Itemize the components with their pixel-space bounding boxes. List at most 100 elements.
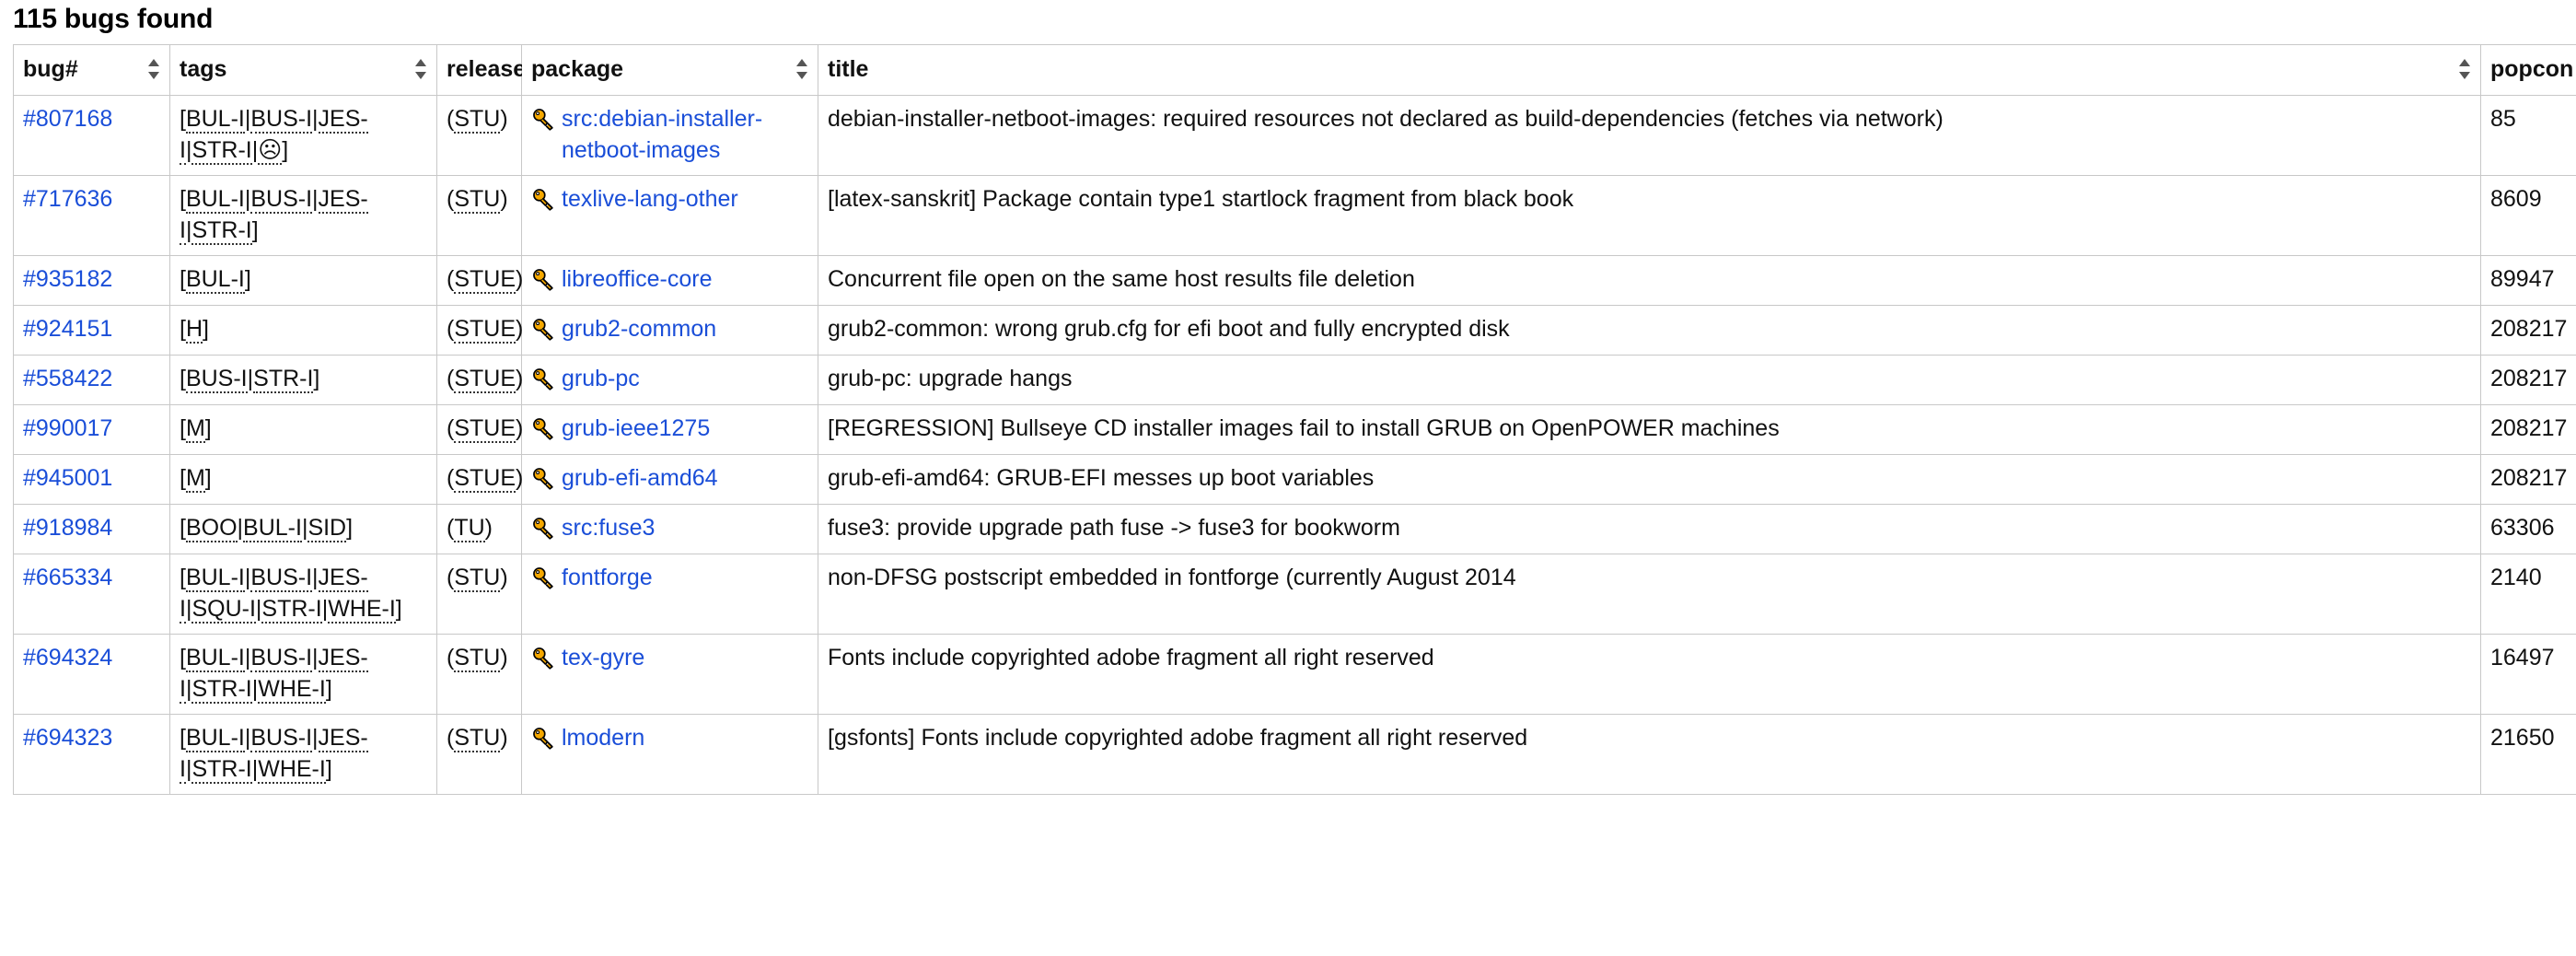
tag-abbr[interactable]: STR-I <box>191 137 252 165</box>
tag-abbr[interactable]: ☹ <box>258 137 283 165</box>
sort-updown-icon[interactable] <box>2459 57 2471 81</box>
bug-link[interactable]: #694324 <box>23 645 112 670</box>
package-link[interactable]: src:debian-installer-netboot-images <box>562 103 808 166</box>
tag-abbr[interactable]: M <box>185 465 205 493</box>
tag-abbr[interactable]: BUS-I <box>250 565 313 592</box>
title-cell: grub-pc: upgrade hangs <box>818 355 2481 405</box>
key-icon <box>531 313 562 345</box>
bug-link[interactable]: #918984 <box>23 515 112 541</box>
tags-cell: [BUL-I|BUS-I|JES-I|STR-I|WHE-I] <box>169 634 437 715</box>
rel-abbr[interactable]: STU <box>454 645 501 672</box>
column-header-title[interactable]: title <box>818 44 2481 96</box>
tag-abbr[interactable]: BOO <box>185 515 238 542</box>
package-link[interactable]: grub2-common <box>562 313 716 344</box>
tag-abbr[interactable]: STR-I <box>191 756 252 784</box>
column-header-releases[interactable]: releases <box>436 44 560 96</box>
sort-updown-icon[interactable] <box>415 57 427 81</box>
popcon-cell: 2140 <box>2480 554 2576 635</box>
rel-abbr[interactable]: STUE <box>454 366 516 393</box>
rel-abbr[interactable]: STU <box>454 186 501 214</box>
tag-abbr[interactable]: BUL-I <box>243 515 302 542</box>
sort-updown-icon[interactable] <box>148 57 160 81</box>
rel-abbr[interactable]: STU <box>454 106 501 134</box>
tag-abbr[interactable]: BUL-I <box>185 106 245 134</box>
popcon-cell: 89947 <box>2480 255 2576 306</box>
page-title: 115 bugs found <box>13 4 214 34</box>
tag-abbr[interactable]: BUL-I <box>185 186 245 214</box>
releases-cell: (STUE) <box>436 454 523 505</box>
package-link[interactable]: tex-gyre <box>562 642 644 673</box>
column-header-popcon[interactable]: popcon <box>2480 44 2576 96</box>
bug-link[interactable]: #717636 <box>23 186 112 212</box>
rel-abbr[interactable]: STU <box>454 565 501 592</box>
tag-abbr[interactable]: WHE-I <box>258 676 326 704</box>
rel-abbr[interactable]: STUE <box>454 415 516 443</box>
bug-link[interactable]: #945001 <box>23 465 112 491</box>
tag-abbr[interactable]: M <box>185 415 205 443</box>
bug-number-cell: #694323 <box>13 714 170 795</box>
rel-abbr[interactable]: STUE <box>454 266 516 294</box>
package-link[interactable]: libreoffice-core <box>562 263 713 295</box>
package-cell: grub-pc <box>521 355 818 405</box>
rel-abbr[interactable]: STU <box>454 725 501 752</box>
tag-abbr[interactable]: SID <box>307 515 347 542</box>
bug-link[interactable]: #924151 <box>23 316 112 342</box>
tag-abbr[interactable]: BUL-I <box>185 645 245 672</box>
tag-abbr[interactable]: STR-I <box>191 676 252 704</box>
popcon-cell: 208217 <box>2480 355 2576 405</box>
tag-abbr[interactable]: STR-I <box>261 596 322 624</box>
rel-abbr[interactable]: STUE <box>454 316 516 344</box>
column-header-tags[interactable]: tags <box>169 44 437 96</box>
package-link[interactable]: src:fuse3 <box>562 512 655 543</box>
tags-cell: [BUL-I|BUS-I|JES-I|STR-I|☹] <box>169 95 437 176</box>
table-row: #717636 [BUL-I|BUS-I|JES-I|STR-I] (STU) tex… <box>13 175 2576 256</box>
tag-abbr[interactable]: BUS-I <box>250 186 313 214</box>
releases-cell: (STUE) <box>436 255 523 306</box>
tag-abbr[interactable]: BUS-I <box>250 645 313 672</box>
title-cell: Concurrent file open on the same host re… <box>818 255 2481 306</box>
package-link[interactable]: texlive-lang-other <box>562 183 738 215</box>
tags-cell: [BUL-I] <box>169 255 437 306</box>
package-link[interactable]: grub-ieee1275 <box>562 413 710 444</box>
bug-link[interactable]: #694323 <box>23 725 112 751</box>
tag-abbr[interactable]: WHE-I <box>328 596 396 624</box>
package-cell: src:debian-installer-netboot-images <box>521 95 818 176</box>
tag-abbr[interactable]: H <box>185 316 203 344</box>
bug-link[interactable]: #990017 <box>23 415 112 441</box>
bug-link[interactable]: #558422 <box>23 366 112 391</box>
table-row: #945001 [M] (STUE) grub-efi-amd64 grub-efi-a… <box>13 454 2576 505</box>
package-link[interactable]: fontforge <box>562 562 653 593</box>
rel-abbr[interactable]: STUE <box>454 465 516 493</box>
releases-cell: (STU) <box>436 714 522 795</box>
bug-link[interactable]: #807168 <box>23 106 112 132</box>
tag-abbr[interactable]: BUL-I <box>185 725 245 752</box>
tag-abbr[interactable]: STR-I <box>191 217 252 245</box>
key-icon <box>531 642 562 674</box>
title-cell: [gsfonts] Fonts include copyrighted adob… <box>818 714 2481 795</box>
tag-abbr[interactable]: BUS-I <box>185 366 248 393</box>
tag-abbr[interactable]: BUS-I <box>250 106 313 134</box>
package-cell: grub-efi-amd64 <box>521 454 818 505</box>
tag-abbr[interactable]: WHE-I <box>258 756 326 784</box>
key-icon <box>531 103 562 135</box>
package-link[interactable]: lmodern <box>562 722 644 753</box>
rel-abbr[interactable]: TU <box>454 515 485 542</box>
sort-updown-icon[interactable] <box>796 57 808 81</box>
tag-abbr[interactable]: BUL-I <box>185 565 245 592</box>
tag-abbr[interactable]: SQU-I <box>191 596 256 624</box>
bug-number-cell: #807168 <box>13 95 170 176</box>
table-row: #807168 [BUL-I|BUS-I|JES-I|STR-I|☹] (STU) s… <box>13 95 2576 176</box>
releases-cell: (STUE) <box>436 355 523 405</box>
column-header-package[interactable]: package <box>521 44 818 96</box>
bug-link[interactable]: #935182 <box>23 266 112 292</box>
column-header-bug[interactable]: bug# <box>13 44 170 96</box>
tag-abbr[interactable]: BUL-I <box>185 266 245 294</box>
package-link[interactable]: grub-efi-amd64 <box>562 462 718 494</box>
package-link[interactable]: grub-pc <box>562 363 640 394</box>
bug-link[interactable]: #665334 <box>23 565 112 590</box>
tag-abbr[interactable]: BUS-I <box>250 725 313 752</box>
tag-abbr[interactable]: STR-I <box>253 366 314 393</box>
key-icon <box>531 462 562 495</box>
title-cell: fuse3: provide upgrade path fuse -> fuse… <box>818 504 2481 554</box>
table-row: #918984 [BOO|BUL-I|SID] (TU) src:fuse3 fuse3… <box>13 504 2576 554</box>
